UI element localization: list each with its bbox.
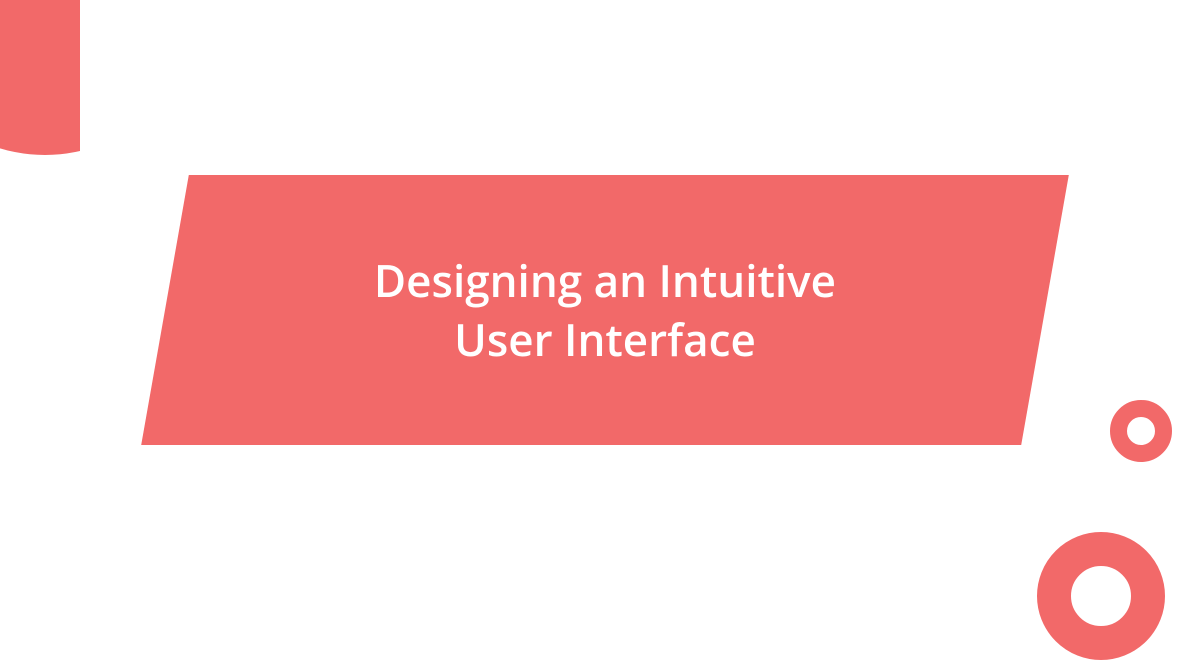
decorative-ring-small xyxy=(1110,400,1172,462)
title-banner: Designing an IntuitiveUser Interface xyxy=(141,175,1069,445)
decorative-corner-notch xyxy=(80,0,260,160)
page-title: Designing an IntuitiveUser Interface xyxy=(374,251,836,370)
decorative-ring-large xyxy=(1037,532,1165,660)
